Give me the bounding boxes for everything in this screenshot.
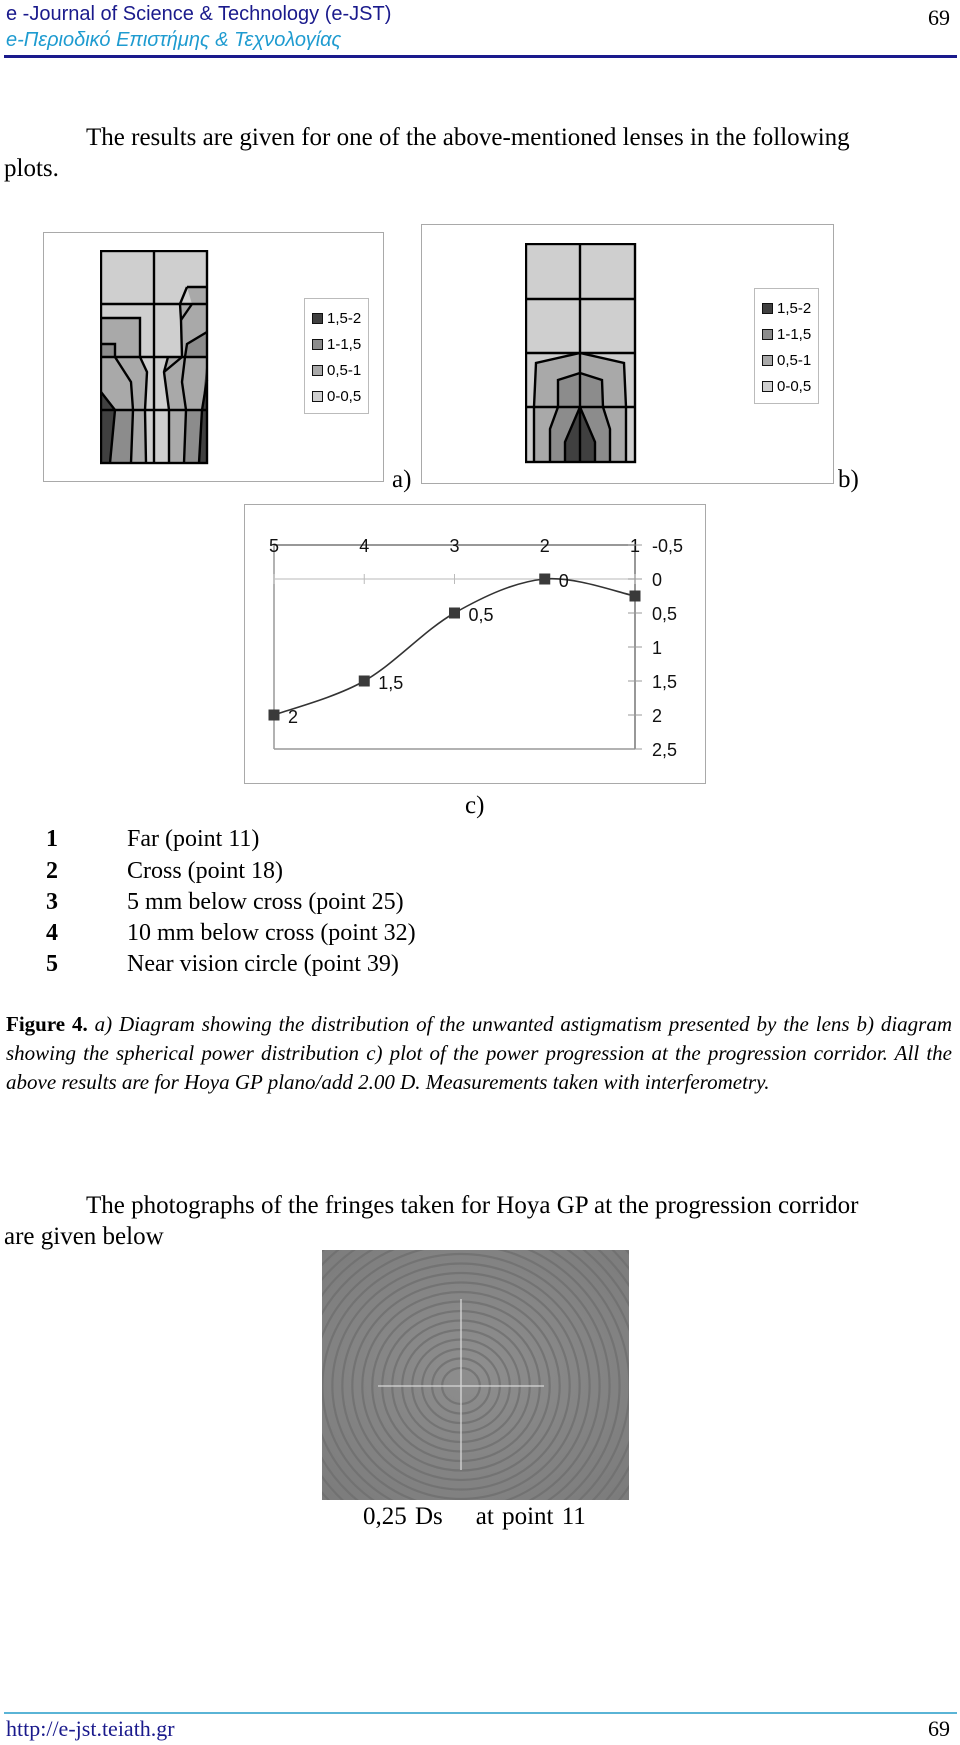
data-point-marker (539, 573, 551, 585)
legend-item: 0,5-1 (312, 357, 361, 383)
figure-c-label: c) (465, 792, 485, 819)
figure-b-label: b) (838, 466, 859, 493)
figure-b-power-map (525, 243, 637, 464)
legend-label: 1-1,5 (327, 335, 362, 353)
legend-label: 1,5-2 (327, 309, 362, 327)
para2-line-2: are given below (4, 1223, 164, 1250)
data-point-marker (358, 675, 370, 687)
y-tick-label: 2,5 (652, 740, 677, 760)
data-label: 2 (288, 707, 298, 727)
figure-b-legend: 1,5-2 1-1,5 0,5-1 0-0,5 (754, 288, 820, 404)
data-point-marker (268, 709, 280, 721)
data-label: 0 (559, 571, 569, 591)
x-tick-label: 1 (630, 536, 640, 556)
journal-subtitle: e-Περιοδικό Επιστήμης & Τεχνολογίας (6, 29, 342, 51)
fringe-pattern (322, 1250, 629, 1500)
y-tick-label: 1 (652, 638, 662, 658)
key-number: 5 (46, 951, 58, 977)
photo-caption: 0,25 Ds at point 11 (363, 1503, 586, 1530)
para2-line-1: The photographs of the fringes taken for… (86, 1192, 859, 1219)
y-tick-label: 0,5 (652, 604, 677, 624)
figure-caption: Figure 4. a) Diagram showing the distrib… (6, 1010, 952, 1097)
y-tick-label: 2 (652, 706, 662, 726)
legend-label: 0,5-1 (777, 351, 812, 369)
footer-rule (4, 1712, 957, 1714)
legend-swatch (762, 380, 773, 392)
key-number: 3 (46, 889, 58, 915)
legend-label: 0,5-1 (327, 361, 362, 379)
legend-item: 1-1,5 (762, 321, 811, 347)
data-point-marker (629, 590, 641, 602)
figure-a-legend: 1,5-2 1-1,5 0,5-1 0-0,5 (304, 298, 370, 414)
journal-title: e -Journal of Science & Technology (e-JS… (6, 3, 392, 25)
intro-line-1: The results are given for one of the abo… (86, 124, 850, 151)
legend-item: 1,5-2 (312, 305, 361, 331)
x-tick-label: 2 (540, 536, 550, 556)
data-label: 0,5 (469, 605, 494, 625)
key-number: 4 (46, 920, 58, 946)
legend-label: 0-0,5 (777, 377, 812, 395)
x-tick-label: 3 (449, 536, 459, 556)
y-tick-label: 1,5 (652, 672, 677, 692)
figure-a-label: a) (392, 466, 412, 493)
legend-swatch (312, 364, 323, 376)
key-text: 10 mm below cross (point 32) (127, 920, 416, 946)
x-tick-label: 5 (269, 536, 279, 556)
power-progression-chart: 5 4 3 2 1 -0,5 0 0,5 1 1,5 2 2,5 2 1,5 0,5 0 (268, 536, 683, 760)
key-text: Near vision circle (point 39) (127, 951, 399, 977)
footer-page-number: 69 (928, 1716, 950, 1741)
figure-a-astigmatism-map (100, 250, 209, 465)
data-label: 1,5 (378, 673, 403, 693)
footer-url[interactable]: http://e-jst.teiath.gr (6, 1716, 175, 1742)
series-line (273, 577, 636, 716)
fringe-photograph (322, 1250, 629, 1500)
legend-label: 1,5-2 (777, 299, 812, 317)
data-point-marker (449, 607, 460, 619)
key-text: Cross (point 18) (127, 858, 283, 884)
caption-body: a) Diagram showing the distribution of t… (6, 1012, 953, 1094)
header-page-number: 69 (928, 5, 950, 30)
key-number: 2 (46, 858, 58, 884)
legend-label: 1-1,5 (777, 325, 812, 343)
key-text: Far (point 11) (127, 826, 260, 852)
intro-line-2: plots. (4, 155, 59, 182)
y-tick-label: 0 (652, 570, 662, 590)
legend-swatch (312, 338, 323, 350)
legend-item: 0,5-1 (762, 347, 811, 373)
x-tick-label: 4 (359, 536, 369, 556)
legend-item: 0-0,5 (762, 373, 811, 399)
legend-swatch (312, 390, 323, 402)
y-tick-label: -0,5 (652, 536, 683, 556)
key-text: 5 mm below cross (point 25) (127, 889, 404, 915)
legend-label: 0-0,5 (327, 387, 362, 405)
legend-swatch (762, 328, 773, 340)
key-number: 1 (46, 826, 58, 852)
legend-item: 1,5-2 (762, 295, 811, 321)
legend-item: 0-0,5 (312, 383, 361, 409)
legend-swatch (762, 354, 773, 366)
legend-swatch (312, 312, 323, 324)
legend-item: 1-1,5 (312, 331, 361, 357)
header-rule (4, 55, 957, 58)
caption-lead: Figure 4. (6, 1012, 88, 1036)
legend-swatch (762, 302, 773, 314)
